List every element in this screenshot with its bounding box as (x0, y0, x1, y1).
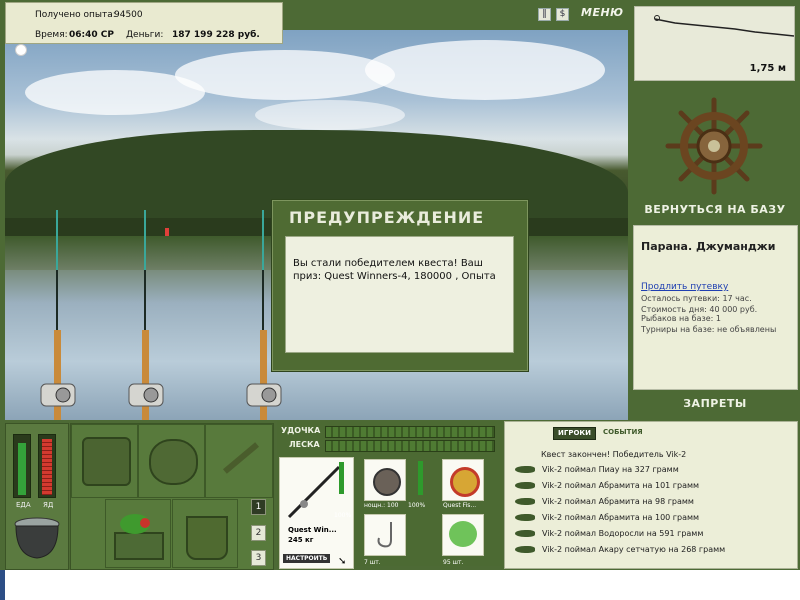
rod-percent: 100% (334, 512, 352, 519)
permit-remaining: Осталось путевки: 17 час. (641, 294, 752, 303)
pause-icon[interactable]: ‖ (538, 8, 551, 21)
money-label: Деньги: (126, 30, 164, 40)
tab-events[interactable]: СОБЫТИЯ (599, 427, 647, 438)
food-meter (13, 434, 31, 498)
bans-button[interactable]: ЗАПРЕТЫ (636, 397, 794, 415)
lettuce-icon (449, 521, 477, 547)
player-stats: Получено опыта: 94500 Время: 06:40 СР Де… (5, 2, 283, 44)
fish-icon (515, 514, 535, 521)
return-to-base-button[interactable]: ВЕРНУТЬСЯ НА БАЗУ (636, 203, 794, 221)
exp-label: Получено опыта: (35, 10, 116, 20)
menu-button[interactable]: МЕНЮ (581, 6, 623, 22)
fish-icon (515, 530, 535, 537)
tournaments-status: Турниры на базе: не объявлены (641, 325, 777, 334)
rod-meter-label: УДОЧКА (281, 426, 321, 435)
cloud (255, 100, 405, 130)
event-item: Vik-2 поймал Абрамита на 101 грамм (542, 481, 700, 490)
dollar-icon[interactable]: $ (556, 8, 569, 21)
rod-tension-meter (325, 426, 495, 438)
event-item: Vik-2 поймал Абрамита на 100 грамм (542, 513, 700, 522)
bait-count: 95 шт. (443, 559, 464, 566)
depth-value: 1,75 м (749, 63, 786, 74)
dialog-message: Вы стали победителем квеста! Ваш приз: Q… (285, 236, 514, 353)
fish-icon (515, 498, 535, 505)
food-label: ЕДА (16, 501, 31, 509)
slot-3-button[interactable]: 3 (251, 550, 266, 566)
backpack-icon[interactable] (71, 424, 138, 498)
rod-1 (40, 210, 76, 420)
zoom-icon[interactable] (15, 44, 27, 56)
sack-icon[interactable] (138, 424, 205, 498)
needs-panel: ЕДА ЯД (5, 423, 69, 570)
event-item: Vik-2 поймал Акару сетчатую на 268 грамм (542, 545, 726, 554)
rod-condition-meter (339, 462, 344, 494)
reel-label: нощн.: 100 (364, 502, 399, 509)
extend-permit-link[interactable]: Продлить путевку (641, 282, 728, 292)
reel-slot[interactable] (364, 459, 406, 501)
day-cost: Стоимость дня: 40 000 руб. (641, 305, 758, 314)
vegetable-basket-icon[interactable] (105, 499, 171, 568)
left-edge (0, 570, 5, 600)
reel-icon (373, 468, 401, 496)
time-value: 06:40 СР (69, 30, 114, 40)
line-name: Quest Fis... (443, 502, 477, 509)
reel-percent: 100% (408, 502, 426, 509)
time-label: Время: (35, 30, 68, 40)
event-item: Vik-2 поймал Водоросли на 591 грамм (542, 529, 704, 538)
setup-button[interactable]: НАСТРОИТЬ (283, 554, 331, 563)
rod-name: Quest Win... (288, 526, 337, 534)
bait-slot[interactable] (442, 514, 484, 556)
warning-dialog: ПРЕДУПРЕЖДЕНИЕ Вы стали победителем квес… (271, 199, 529, 372)
fish-icon (515, 466, 535, 473)
poison-meter (38, 434, 56, 498)
food-meter-fill (18, 443, 26, 495)
tools-icon[interactable] (205, 424, 273, 498)
page-bottom (0, 570, 800, 600)
line-meter-label: ЛЕСКА (289, 440, 320, 449)
events-panel: ИГРОКИ СОБЫТИЯ Квест закончен! Победител… (504, 421, 798, 569)
poison-label: ЯД (43, 501, 54, 509)
hook-count: 7 шт. (364, 559, 381, 566)
inventory-panel: 1 2 3 (70, 423, 274, 570)
line-tension-meter (325, 440, 495, 452)
quest-finished-message: Квест закончен! Победитель Vik-2 (541, 450, 687, 459)
bucket-icon[interactable] (172, 499, 238, 568)
hook-icon (377, 522, 392, 548)
event-item: Vik-2 поймал Пиау на 327 грамм (542, 465, 679, 474)
reel-condition-meter (418, 461, 423, 495)
depth-profile (654, 15, 794, 37)
location-info: Парана. Джуманджи Продлить путевку Остал… (633, 225, 798, 390)
slot-1-button[interactable]: 1 (251, 499, 266, 515)
exp-value: 94500 (114, 10, 143, 20)
game-window: Получено опыта: 94500 Время: 06:40 СР Де… (0, 0, 800, 570)
hook-slot[interactable] (364, 514, 406, 556)
money-value: 187 199 228 руб. (172, 30, 260, 40)
line-slot[interactable] (442, 459, 484, 501)
tab-players[interactable]: ИГРОКИ (553, 427, 596, 440)
fish-icon (515, 546, 535, 553)
tackle-panel: УДОЧКА ЛЕСКА Quest Win... 245 кг НАСТРОИ… (277, 421, 502, 569)
event-item: Vik-2 поймал Абрамита на 98 грамм (542, 497, 694, 506)
location-title: Парана. Джуманджи (641, 240, 776, 253)
ship-wheel-icon[interactable] (664, 96, 764, 196)
cloud (365, 40, 605, 100)
depth-map: 1,75 м (634, 6, 795, 81)
fish-icon (515, 482, 535, 489)
rod-weight: 245 кг (288, 536, 314, 544)
poison-meter-fill (42, 439, 52, 495)
arrow-icon: ➘ (338, 556, 347, 567)
fishing-line-icon (450, 467, 480, 497)
rod-2 (128, 210, 164, 420)
anglers-count: Рыбаков на базе: 1 (641, 314, 721, 323)
pot-icon[interactable] (12, 514, 62, 562)
slot-2-button[interactable]: 2 (251, 525, 266, 541)
cloud (175, 50, 395, 100)
dialog-title: ПРЕДУПРЕЖДЕНИЕ (289, 208, 485, 227)
